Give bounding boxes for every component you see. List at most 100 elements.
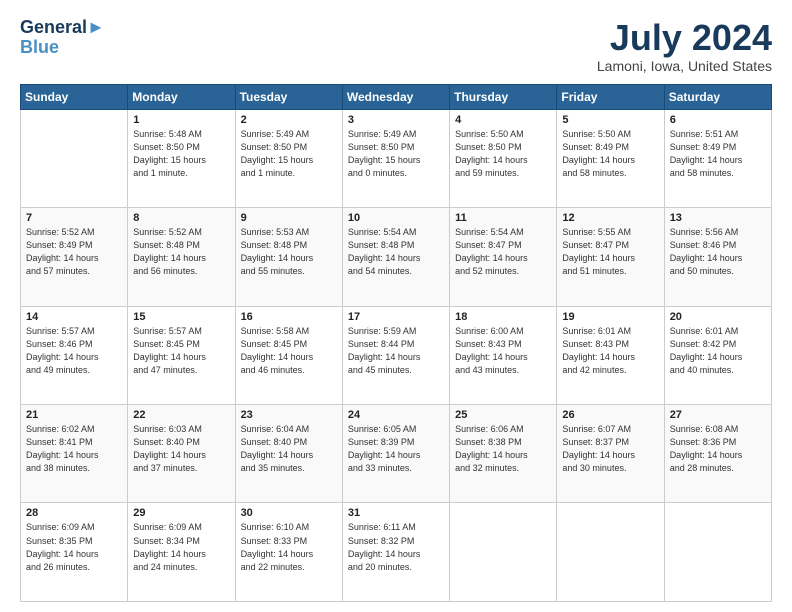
day-number: 13 [670,212,766,224]
day-number: 10 [348,212,444,224]
calendar-cell: 30Sunrise: 6:10 AMSunset: 8:33 PMDayligh… [235,503,342,602]
day-info: Sunrise: 5:49 AMSunset: 8:50 PMDaylight:… [241,128,337,180]
calendar-cell: 31 Sunrise: 6:11 AMSunset: 8:32 PMDayligh… [342,503,449,602]
day-number: 4 [455,114,551,126]
calendar-cell: 29 Sunrise: 6:09 AMSunset: 8:34 PMDayligh… [128,503,235,602]
day-number: 26 [562,409,658,421]
day-info: Sunrise: 5:58 AMSunset: 8:45 PMDaylight:… [241,325,337,377]
weekday-header-row: SundayMondayTuesdayWednesdayThursdayFrid… [21,84,772,109]
calendar-cell: 6Sunrise: 5:51 AMSunset: 8:49 PMDaylight… [664,109,771,207]
calendar-cell: 12 Sunrise: 5:55 AMSunset: 8:47 PMDayligh… [557,208,664,306]
calendar-week-row: 14 Sunrise: 5:57 AMSunset: 8:46 PMDayligh… [21,306,772,404]
calendar-cell: 14 Sunrise: 5:57 AMSunset: 8:46 PMDayligh… [21,306,128,404]
calendar-week-row: 28Sunrise: 6:09 AMSunset: 8:35 PMDayligh… [21,503,772,602]
day-number: 1 [133,114,229,126]
weekday-header-cell: Wednesday [342,84,449,109]
day-info: Sunrise: 5:50 AMSunset: 8:50 PMDaylight:… [455,128,551,180]
day-info: Sunrise: 5:49 AMSunset: 8:50 PMDaylight:… [348,128,444,180]
day-number: 19 [562,311,658,323]
location-title: Lamoni, Iowa, United States [597,58,772,74]
weekday-header-cell: Saturday [664,84,771,109]
calendar-cell: 27 Sunrise: 6:08 AMSunset: 8:36 PMDayligh… [664,405,771,503]
weekday-header-cell: Tuesday [235,84,342,109]
day-info: Sunrise: 5:57 AMSunset: 8:45 PMDaylight:… [133,325,229,377]
day-info: Sunrise: 5:54 AMSunset: 8:48 PMDaylight:… [348,226,444,278]
calendar-cell: 15Sunrise: 5:57 AMSunset: 8:45 PMDayligh… [128,306,235,404]
day-number: 14 [26,311,122,323]
day-number: 28 [26,507,122,519]
calendar-cell [450,503,557,602]
day-number: 12 [562,212,658,224]
day-number: 25 [455,409,551,421]
calendar-cell: 10 Sunrise: 5:54 AMSunset: 8:48 PMDayligh… [342,208,449,306]
day-info: Sunrise: 5:54 AMSunset: 8:47 PMDaylight:… [455,226,551,278]
calendar-body: 1 Sunrise: 5:48 AMSunset: 8:50 PMDaylight… [21,109,772,601]
title-block: July 2024 Lamoni, Iowa, United States [597,18,772,74]
calendar-cell: 7Sunrise: 5:52 AMSunset: 8:49 PMDaylight… [21,208,128,306]
day-info: Sunrise: 6:05 AMSunset: 8:39 PMDaylight:… [348,423,444,475]
day-info: Sunrise: 5:48 AMSunset: 8:50 PMDaylight:… [133,128,229,180]
calendar-cell: 3 Sunrise: 5:49 AMSunset: 8:50 PMDaylight… [342,109,449,207]
day-info: Sunrise: 6:11 AMSunset: 8:32 PMDaylight:… [348,521,444,573]
day-info: Sunrise: 6:03 AMSunset: 8:40 PMDaylight:… [133,423,229,475]
calendar-cell: 5Sunrise: 5:50 AMSunset: 8:49 PMDaylight… [557,109,664,207]
calendar-cell [664,503,771,602]
day-number: 8 [133,212,229,224]
calendar-cell: 25 Sunrise: 6:06 AMSunset: 8:38 PMDayligh… [450,405,557,503]
calendar-cell: 11Sunrise: 5:54 AMSunset: 8:47 PMDayligh… [450,208,557,306]
day-number: 17 [348,311,444,323]
calendar-cell: 26 Sunrise: 6:07 AMSunset: 8:37 PMDayligh… [557,405,664,503]
day-info: Sunrise: 6:01 AMSunset: 8:42 PMDaylight:… [670,325,766,377]
day-info: Sunrise: 6:02 AMSunset: 8:41 PMDaylight:… [26,423,122,475]
day-info: Sunrise: 6:09 AMSunset: 8:34 PMDaylight:… [133,521,229,573]
calendar-cell: 21 Sunrise: 6:02 AMSunset: 8:41 PMDayligh… [21,405,128,503]
day-number: 29 [133,507,229,519]
calendar-cell: 9Sunrise: 5:53 AMSunset: 8:48 PMDaylight… [235,208,342,306]
day-number: 24 [348,409,444,421]
calendar-cell [21,109,128,207]
day-info: Sunrise: 5:56 AMSunset: 8:46 PMDaylight:… [670,226,766,278]
day-number: 21 [26,409,122,421]
calendar-cell: 19Sunrise: 6:01 AMSunset: 8:43 PMDayligh… [557,306,664,404]
day-info: Sunrise: 5:50 AMSunset: 8:49 PMDaylight:… [562,128,658,180]
calendar-cell: 13 Sunrise: 5:56 AMSunset: 8:46 PMDayligh… [664,208,771,306]
logo: General►Blue [20,18,105,58]
weekday-header-cell: Monday [128,84,235,109]
day-number: 31 [348,507,444,519]
weekday-header-cell: Friday [557,84,664,109]
calendar-cell: 22 Sunrise: 6:03 AMSunset: 8:40 PMDayligh… [128,405,235,503]
day-info: Sunrise: 5:52 AMSunset: 8:49 PMDaylight:… [26,226,122,278]
day-number: 2 [241,114,337,126]
calendar-cell: 28Sunrise: 6:09 AMSunset: 8:35 PMDayligh… [21,503,128,602]
calendar-week-row: 21 Sunrise: 6:02 AMSunset: 8:41 PMDayligh… [21,405,772,503]
day-number: 3 [348,114,444,126]
day-info: Sunrise: 6:06 AMSunset: 8:38 PMDaylight:… [455,423,551,475]
day-number: 9 [241,212,337,224]
calendar-cell: 23 Sunrise: 6:04 AMSunset: 8:40 PMDayligh… [235,405,342,503]
calendar-cell: 24 Sunrise: 6:05 AMSunset: 8:39 PMDayligh… [342,405,449,503]
calendar-cell: 1 Sunrise: 5:48 AMSunset: 8:50 PMDaylight… [128,109,235,207]
day-info: Sunrise: 5:55 AMSunset: 8:47 PMDaylight:… [562,226,658,278]
day-info: Sunrise: 5:52 AMSunset: 8:48 PMDaylight:… [133,226,229,278]
calendar-cell: 8 Sunrise: 5:52 AMSunset: 8:48 PMDaylight… [128,208,235,306]
day-number: 27 [670,409,766,421]
day-info: Sunrise: 6:07 AMSunset: 8:37 PMDaylight:… [562,423,658,475]
day-info: Sunrise: 6:00 AMSunset: 8:43 PMDaylight:… [455,325,551,377]
calendar-cell: 4 Sunrise: 5:50 AMSunset: 8:50 PMDaylight… [450,109,557,207]
day-info: Sunrise: 6:04 AMSunset: 8:40 PMDaylight:… [241,423,337,475]
calendar-cell: 20Sunrise: 6:01 AMSunset: 8:42 PMDayligh… [664,306,771,404]
month-title: July 2024 [597,18,772,58]
day-info: Sunrise: 5:59 AMSunset: 8:44 PMDaylight:… [348,325,444,377]
day-number: 6 [670,114,766,126]
day-info: Sunrise: 5:57 AMSunset: 8:46 PMDaylight:… [26,325,122,377]
day-number: 16 [241,311,337,323]
weekday-header-cell: Sunday [21,84,128,109]
day-number: 23 [241,409,337,421]
day-info: Sunrise: 6:08 AMSunset: 8:36 PMDaylight:… [670,423,766,475]
calendar-cell: 17 Sunrise: 5:59 AMSunset: 8:44 PMDayligh… [342,306,449,404]
header: General►Blue July 2024 Lamoni, Iowa, Uni… [20,18,772,74]
day-number: 22 [133,409,229,421]
weekday-header-cell: Thursday [450,84,557,109]
calendar-cell [557,503,664,602]
day-number: 30 [241,507,337,519]
